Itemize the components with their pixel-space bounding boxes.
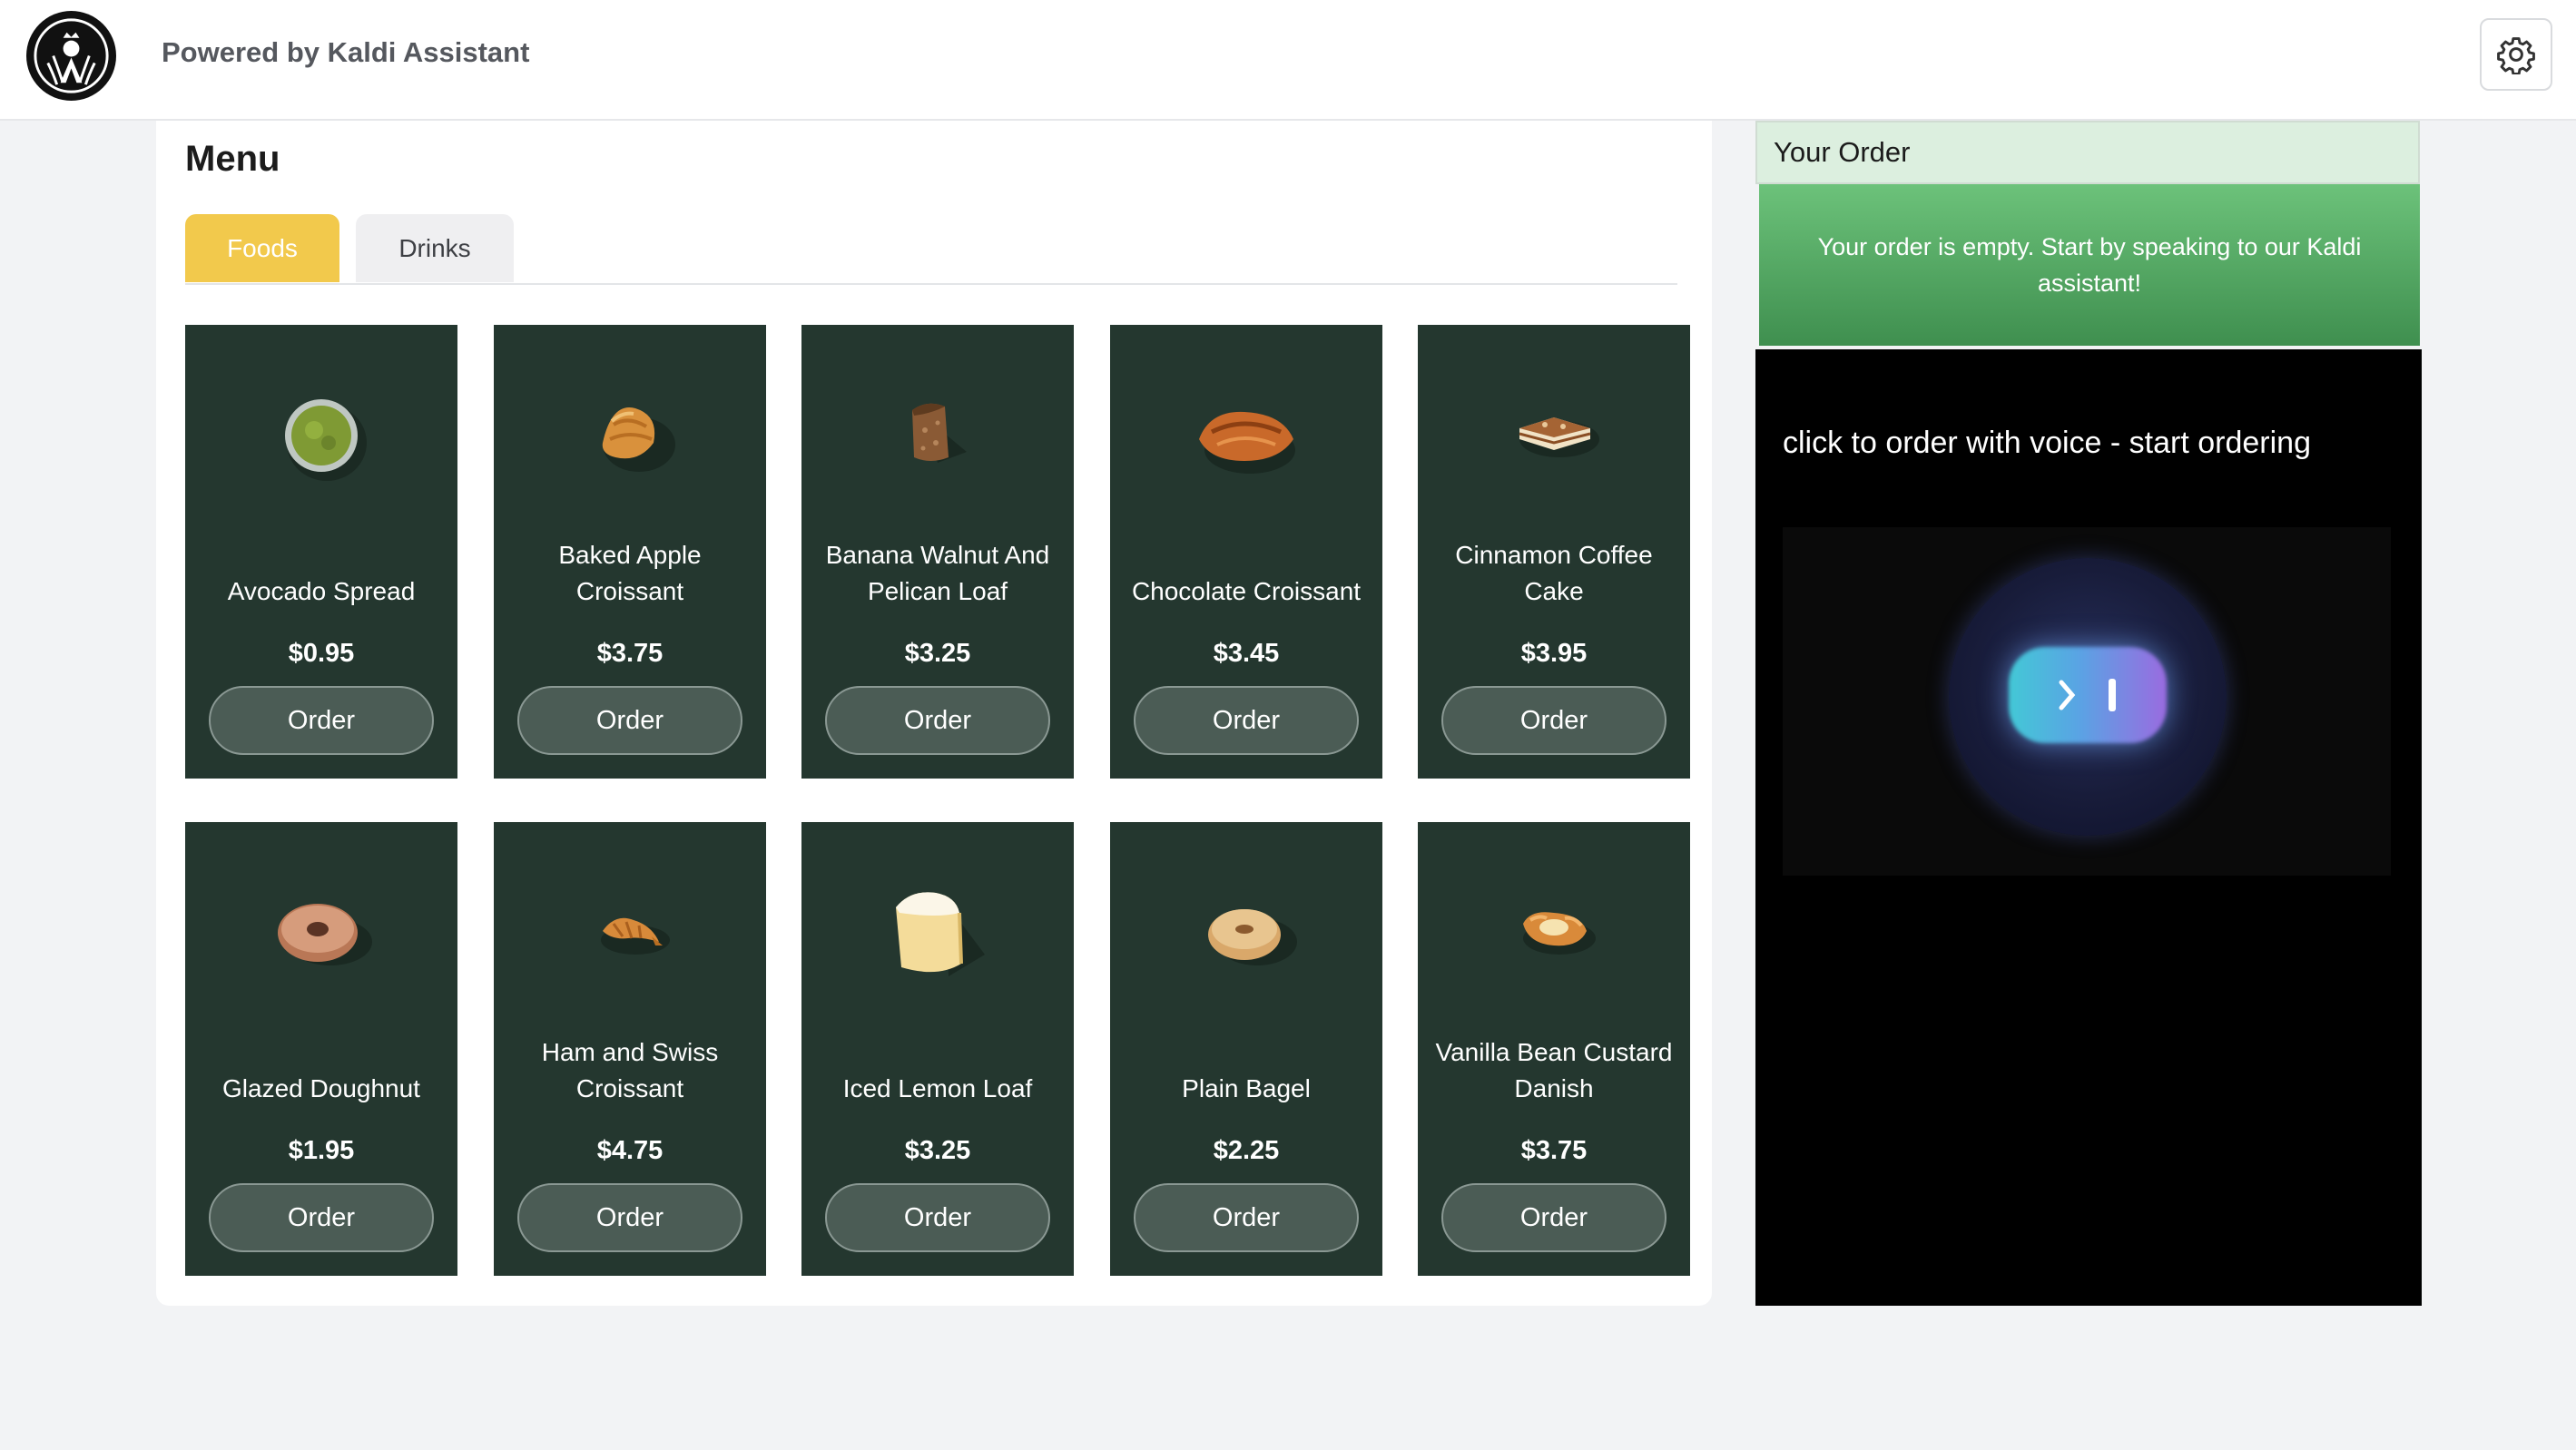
menu-card-plain-bagel: Plain Bagel $2.25 Order [1110,822,1382,1276]
lemon-loaf-icon [883,877,992,985]
item-name: Plain Bagel [1182,1074,1311,1102]
item-name: Iced Lemon Loaf [842,1074,1033,1102]
item-price: $1.95 [288,1136,355,1165]
voice-play-icon [2009,647,2167,743]
item-name: Vanilla Bean Custard Danish [1435,1038,1673,1102]
menu-card-chocolate-croissant: Chocolate Croissant $3.45 Order [1110,325,1382,779]
order-button[interactable]: Order [209,686,434,755]
item-price: $4.75 [596,1136,664,1165]
item-price: $2.25 [1213,1136,1280,1165]
order-button[interactable]: Order [517,686,742,755]
danish-icon [1499,877,1608,985]
menu-title: Menu [185,139,280,179]
item-name: Ham and Swiss Croissant [541,1038,719,1102]
menu-card-banana-walnut-loaf: Banana Walnut And Pelican Loaf $3.25 Ord… [801,325,1074,779]
order-button[interactable]: Order [1441,686,1667,755]
order-button[interactable]: Order [825,1183,1050,1252]
menu-tabs: Foods Drinks [185,214,1677,285]
voice-order-label[interactable]: click to order with voice - start orderi… [1783,426,2311,461]
croissant-icon [575,379,684,488]
item-price: $3.95 [1520,639,1588,668]
avocado-spread-icon [267,379,376,488]
coffee-cake-icon [1499,379,1608,488]
order-button[interactable]: Order [1134,686,1359,755]
item-name: Baked Apple Croissant [558,541,702,605]
order-button[interactable]: Order [1134,1183,1359,1252]
gear-icon [2497,37,2535,74]
voice-panel: click to order with voice - start orderi… [1755,349,2422,1306]
order-button[interactable]: Order [825,686,1050,755]
bagel-icon [1192,877,1301,985]
item-name: Glazed Doughnut [222,1074,420,1102]
item-name: Chocolate Croissant [1131,577,1362,605]
menu-card-cinnamon-coffee-cake: Cinnamon Coffee Cake $3.95 Order [1418,325,1690,779]
menu-card-avocado-spread: Avocado Spread $0.95 Order [185,325,457,779]
powered-by-label: Powered by Kaldi Assistant [162,36,530,68]
order-title: Your Order [1755,121,2420,184]
item-price: $0.95 [288,639,355,668]
doughnut-icon [267,877,376,985]
top-bar: Powered by Kaldi Assistant [0,0,2576,121]
starbucks-logo-icon[interactable] [26,11,116,101]
menu-card-baked-apple-croissant: Baked Apple Croissant $3.75 Order [494,325,766,779]
menu-card-iced-lemon-loaf: Iced Lemon Loaf $3.25 Order [801,822,1074,1276]
order-button[interactable]: Order [517,1183,742,1252]
voice-orb-button[interactable] [1949,558,2227,836]
item-name: Avocado Spread [227,577,416,605]
item-price: $3.25 [904,639,971,668]
item-price: $3.75 [1520,1136,1588,1165]
chocolate-croissant-icon [1192,379,1301,488]
menu-card-ham-swiss-croissant: Ham and Swiss Croissant $4.75 Order [494,822,766,1276]
item-price: $3.75 [596,639,664,668]
item-name: Cinnamon Coffee Cake [1455,541,1653,605]
item-name: Banana Walnut And Pelican Loaf [825,541,1050,605]
menu-panel: Menu Foods Drinks Avocado Spread $0.95 O… [156,121,1712,1306]
order-empty-message: Your order is empty. Start by speaking t… [1759,184,2420,346]
tab-foods[interactable]: Foods [185,214,339,282]
menu-card-glazed-doughnut: Glazed Doughnut $1.95 Order [185,822,457,1276]
order-button[interactable]: Order [1441,1183,1667,1252]
menu-card-vanilla-bean-danish: Vanilla Bean Custard Danish $3.75 Order [1418,822,1690,1276]
voice-widget [1783,527,2391,876]
order-button[interactable]: Order [209,1183,434,1252]
settings-button[interactable] [2480,18,2552,91]
tab-drinks[interactable]: Drinks [356,214,514,282]
croissant-icon [575,877,684,985]
loaf-icon [883,379,992,488]
item-price: $3.45 [1213,639,1280,668]
item-price: $3.25 [904,1136,971,1165]
